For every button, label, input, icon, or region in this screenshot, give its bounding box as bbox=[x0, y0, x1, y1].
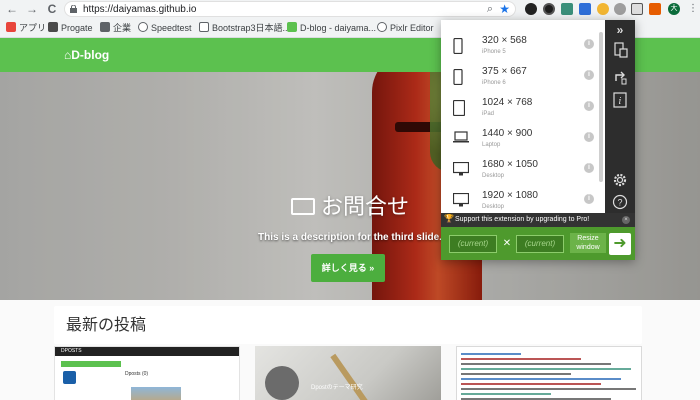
extension-icon-2[interactable] bbox=[543, 3, 555, 15]
bookmark-speedtest[interactable]: Speedtest bbox=[138, 21, 192, 35]
progate-icon bbox=[48, 22, 58, 32]
upgrade-promo-banner[interactable]: 🏆 Support this extension by upgrading to… bbox=[441, 213, 635, 227]
bookmark-pixlr[interactable]: Pixlr Editor bbox=[377, 21, 434, 35]
extension-icon-6[interactable] bbox=[614, 3, 626, 15]
preset-list-scrollbar[interactable] bbox=[599, 32, 603, 182]
bookmark-star-icon[interactable]: ★ bbox=[499, 2, 510, 16]
extension-icon-3[interactable] bbox=[561, 3, 573, 15]
desktop-icon bbox=[453, 193, 469, 207]
forward-button[interactable]: → bbox=[25, 2, 39, 16]
preset-list: 320 × 568 iPhone 5 i 375 × 667 iPhone 6 … bbox=[441, 20, 605, 213]
post-card[interactable]: DPOSTS Dposts (0) bbox=[54, 346, 240, 400]
info-panel-icon[interactable]: i bbox=[612, 92, 628, 108]
preset-item[interactable]: 320 × 568 iPhone 5 i bbox=[441, 31, 605, 62]
card-label: Dpostのテーマ研究 bbox=[311, 385, 363, 391]
preset-item[interactable]: 375 × 667 iPhone 6 i bbox=[441, 62, 605, 93]
phone-icon bbox=[453, 38, 463, 54]
post-card[interactable] bbox=[456, 346, 642, 400]
viewport-icon[interactable] bbox=[612, 42, 628, 58]
help-icon[interactable]: ? bbox=[612, 194, 628, 210]
popup-sidebar: » i ? bbox=[605, 20, 635, 213]
settings-gear-icon[interactable] bbox=[612, 172, 628, 188]
info-icon[interactable]: i bbox=[584, 101, 594, 111]
speedtest-icon bbox=[138, 22, 148, 32]
apps-grid-icon bbox=[6, 22, 16, 32]
extension-icon-4[interactable] bbox=[579, 3, 591, 15]
collapse-chevron-icon[interactable]: » bbox=[612, 22, 628, 38]
pixlr-icon bbox=[377, 22, 387, 32]
latest-posts-header: 最新の投稿 bbox=[54, 306, 642, 344]
preset-item[interactable]: 1440 × 900 Laptop i bbox=[441, 124, 605, 155]
bookmark-d-blog[interactable]: D-blog - daiyama... bbox=[287, 21, 376, 35]
tablet-icon bbox=[453, 100, 465, 116]
window-resizer-extension-icon[interactable] bbox=[631, 3, 643, 15]
zoom-icon[interactable]: ⌕ bbox=[487, 3, 493, 16]
preset-item[interactable]: 1024 × 768 iPad i bbox=[441, 93, 605, 124]
card-thumbnail bbox=[131, 387, 181, 400]
hero-read-more-button[interactable]: 詳しく見る » bbox=[311, 254, 385, 282]
info-icon[interactable]: i bbox=[584, 132, 594, 142]
lock-icon bbox=[70, 5, 77, 13]
times-icon: ✕ bbox=[502, 238, 512, 249]
page-icon bbox=[199, 22, 209, 32]
folder-icon bbox=[100, 22, 110, 32]
info-icon[interactable]: i bbox=[584, 70, 594, 80]
post-card[interactable]: Dpostのテーマ研究 bbox=[255, 346, 441, 400]
bookmark-bootstrap[interactable]: Bootstrap3日本語... bbox=[199, 21, 290, 35]
section-title: 最新の投稿 bbox=[66, 317, 147, 334]
resize-window-label: Resize window bbox=[570, 233, 606, 253]
page-icon bbox=[287, 22, 297, 32]
close-icon[interactable]: × bbox=[622, 216, 630, 224]
extension-icon-8[interactable] bbox=[649, 3, 661, 15]
envelope-icon bbox=[290, 198, 315, 215]
svg-text:i: i bbox=[619, 97, 622, 107]
site-brand-link[interactable]: ⌂D-blog bbox=[64, 48, 109, 62]
extension-icon-1[interactable] bbox=[525, 3, 537, 15]
info-icon[interactable]: i bbox=[584, 163, 594, 173]
menu-kebab-icon[interactable]: ⋮ bbox=[686, 2, 700, 16]
svg-text:?: ? bbox=[617, 198, 622, 208]
url-text: https://daiyamas.github.io bbox=[83, 4, 197, 15]
width-input[interactable]: (current) bbox=[449, 235, 497, 253]
trophy-icon: 🏆 bbox=[444, 214, 454, 223]
back-button[interactable]: ← bbox=[5, 2, 19, 16]
laptop-icon bbox=[453, 131, 469, 143]
reload-button[interactable]: C bbox=[45, 2, 59, 16]
custom-size-bar: (current) ✕ (current) Resize window ➜ bbox=[441, 227, 635, 260]
info-icon[interactable]: i bbox=[584, 39, 594, 49]
desktop-icon bbox=[453, 162, 469, 176]
bookmark-apps[interactable]: アプリ bbox=[6, 21, 46, 35]
height-input[interactable]: (current) bbox=[516, 235, 564, 253]
preset-item[interactable]: 1680 × 1050 Desktop i bbox=[441, 155, 605, 186]
bookmark-folder[interactable]: 企業 bbox=[100, 21, 131, 35]
card-label: Dposts (0) bbox=[125, 371, 149, 377]
extension-icon-5[interactable] bbox=[597, 3, 609, 15]
power-icon bbox=[63, 371, 76, 384]
info-icon[interactable]: i bbox=[584, 194, 594, 204]
bookmark-progate[interactable]: Progate bbox=[48, 21, 93, 35]
profile-avatar[interactable]: 大 bbox=[668, 3, 680, 15]
resize-arrow-button[interactable]: ➜ bbox=[609, 233, 631, 255]
window-resizer-popup: 320 × 568 iPhone 5 i 375 × 667 iPhone 6 … bbox=[441, 20, 635, 260]
address-bar[interactable]: https://daiyamas.github.io ⌕ ★ bbox=[64, 1, 516, 17]
browser-toolbar: ← → C https://daiyamas.github.io ⌕ ★ 大 ⋮ bbox=[0, 0, 700, 18]
rotate-icon[interactable] bbox=[612, 69, 628, 85]
preset-item[interactable]: 1920 × 1080 Desktop i bbox=[441, 186, 605, 213]
phone-icon bbox=[453, 69, 463, 85]
